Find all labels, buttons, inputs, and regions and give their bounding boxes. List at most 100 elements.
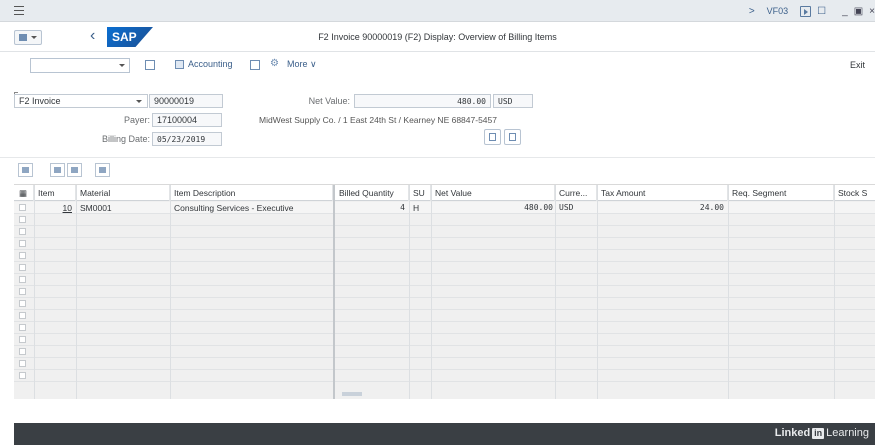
cell-su[interactable]: H (409, 202, 429, 214)
tools-icon[interactable]: ⚙ (270, 58, 280, 69)
table-row[interactable] (14, 250, 875, 262)
table-row[interactable] (14, 346, 875, 358)
col-material[interactable]: Material (76, 185, 170, 201)
close-icon[interactable]: × (869, 6, 875, 17)
cell-stock-segment[interactable] (834, 202, 874, 214)
cell-description[interactable]: Consulting Services - Executive (170, 202, 333, 214)
scroll-thumb[interactable] (342, 392, 362, 396)
left-margin (0, 182, 14, 445)
row-select-checkbox[interactable] (19, 336, 26, 343)
accounting-button[interactable]: Accounting (175, 59, 233, 69)
row-select-checkbox[interactable] (19, 276, 26, 283)
row-select-checkbox[interactable] (19, 312, 26, 319)
row-select-checkbox[interactable] (19, 288, 26, 295)
chevron-down-icon: ∨ (310, 59, 317, 69)
deselect-all-icon (71, 167, 78, 173)
row-select-checkbox[interactable] (19, 252, 26, 259)
minimize-icon[interactable]: _ (842, 6, 848, 17)
row-select-checkbox[interactable] (19, 216, 26, 223)
exit-button[interactable]: Exit (850, 60, 865, 70)
more-menu-button[interactable]: More ∨ (287, 59, 317, 70)
payer-field[interactable]: 17100004 (152, 113, 222, 127)
row-select-checkbox[interactable] (19, 372, 26, 379)
billing-document-field[interactable]: 90000019 (149, 94, 223, 108)
billing-date-field[interactable]: 05/23/2019 (152, 132, 222, 146)
col-stock-segment[interactable]: Stock S (834, 185, 875, 201)
linkedin-learning-logo: Linked in Learning (775, 427, 869, 439)
table-row[interactable] (14, 322, 875, 334)
col-req-segment[interactable]: Req. Segment (728, 185, 834, 201)
row-select-checkbox[interactable] (19, 324, 26, 331)
cell-currency[interactable]: USD (555, 202, 595, 214)
horizontal-scrollbar[interactable] (334, 391, 384, 397)
billing-header: F2 Invoice 90000019 Payer: 17100004 Bill… (0, 78, 875, 158)
table-row[interactable] (14, 370, 875, 382)
col-divider (170, 185, 171, 399)
col-item[interactable]: Item (34, 185, 76, 201)
col-divider (76, 185, 77, 399)
col-net-value[interactable]: Net Value (431, 185, 555, 201)
table-row[interactable] (14, 298, 875, 310)
table-row[interactable] (14, 262, 875, 274)
maximize-icon[interactable]: ▣ (854, 6, 863, 17)
accounting-icon (175, 59, 184, 69)
row-select-checkbox[interactable] (19, 228, 26, 235)
command-select[interactable] (30, 58, 130, 73)
table-row[interactable]: 10 SM0001 Consulting Services - Executive 4… (14, 202, 875, 214)
currency-field: USD (493, 94, 533, 108)
table-row[interactable] (14, 274, 875, 286)
row-select-checkbox[interactable] (19, 348, 26, 355)
select-all-button[interactable] (50, 163, 65, 177)
col-divider (728, 185, 729, 399)
table-row[interactable] (14, 358, 875, 370)
table-row[interactable] (14, 286, 875, 298)
table-row[interactable] (14, 238, 875, 250)
cell-item[interactable]: 10 (34, 202, 72, 214)
cell-req-segment[interactable] (728, 202, 832, 214)
billing-items-table: ▦ Item Material Item Description Billed … (14, 184, 875, 399)
col-tax-amount[interactable]: Tax Amount (597, 185, 728, 201)
row-select-checkbox[interactable] (19, 240, 26, 247)
partner-icon-button[interactable] (504, 129, 521, 145)
fixed-column-separator (333, 185, 335, 399)
layout-icon (99, 167, 106, 173)
deselect-all-button[interactable] (67, 163, 82, 177)
cell-net-value[interactable]: 480.00 (431, 202, 553, 214)
row-select-checkbox[interactable] (19, 300, 26, 307)
layout-button[interactable] (95, 163, 110, 177)
window-controls: _ ▣ × (842, 6, 875, 17)
net-value-field: 480.00 (354, 94, 491, 108)
table-row[interactable] (14, 214, 875, 226)
save-icon-button[interactable] (484, 129, 501, 145)
share-icon[interactable]: ☐ (817, 6, 826, 17)
cell-quantity[interactable]: 4 (335, 202, 405, 214)
col-billed-quantity[interactable]: Billed Quantity (335, 185, 409, 201)
col-currency[interactable]: Curre... (555, 185, 597, 201)
table-row[interactable] (14, 226, 875, 238)
row-select-checkbox[interactable] (19, 264, 26, 271)
row-select-checkbox[interactable] (19, 204, 26, 211)
transaction-code[interactable]: VF03 (767, 6, 789, 16)
expand-chevron-icon[interactable]: > (749, 6, 755, 17)
col-item-description[interactable]: Item Description (170, 185, 333, 201)
table-row[interactable] (14, 310, 875, 322)
row-select-checkbox[interactable] (19, 360, 26, 367)
title-bar: ‹ SAP F2 Invoice 90000019 (F2) Display: … (0, 22, 875, 52)
details-button[interactable] (18, 163, 33, 177)
table-icon[interactable] (250, 60, 260, 70)
col-su[interactable]: SU (409, 185, 431, 201)
billing-date-label: Billing Date: (101, 134, 150, 144)
accounting-label: Accounting (188, 59, 233, 69)
column-selector-icon[interactable]: ▦ (14, 185, 34, 201)
cell-material[interactable]: SM0001 (76, 202, 170, 214)
play-icon[interactable] (800, 5, 812, 17)
table-toolbar (0, 158, 875, 182)
brand-in: in (812, 427, 825, 439)
menu-hamburger-icon[interactable] (14, 6, 24, 15)
brand-linked: Linked (774, 427, 811, 439)
cell-tax-amount[interactable]: 24.00 (597, 202, 724, 214)
table-row[interactable] (14, 334, 875, 346)
billing-type-select[interactable]: F2 Invoice (14, 94, 148, 108)
document-icon[interactable] (145, 60, 155, 70)
payer-label: Payer: (123, 115, 150, 125)
